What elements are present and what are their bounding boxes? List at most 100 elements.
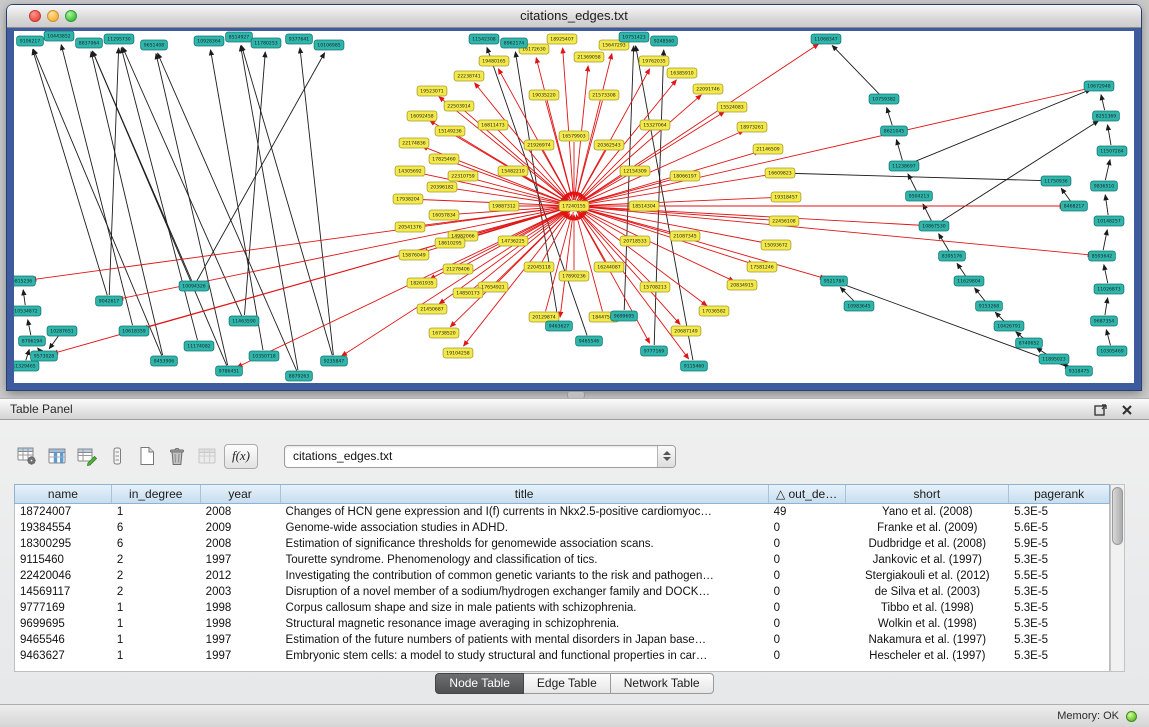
network-node[interactable]: 20687149	[671, 326, 701, 336]
network-node[interactable]: 16609823	[765, 168, 795, 178]
network-node[interactable]: 19480165	[479, 56, 509, 66]
network-node[interactable]: 16811473	[478, 120, 508, 130]
network-node[interactable]: 18925407	[547, 34, 577, 44]
network-node[interactable]: 9786451	[216, 366, 243, 376]
table-row[interactable]: 1872400712008Changes of HCN gene express…	[15, 504, 1109, 520]
network-node[interactable]: 10928364	[194, 36, 224, 46]
network-node[interactable]: 10534872	[14, 306, 41, 316]
network-window-titlebar[interactable]: citations_edges.txt	[7, 5, 1141, 28]
network-node[interactable]: 10751423	[619, 32, 649, 42]
network-node[interactable]: 15149236	[435, 126, 465, 136]
close-window-button[interactable]	[29, 10, 41, 22]
network-node[interactable]: 8962174	[501, 38, 528, 48]
network-node[interactable]: 11463590	[229, 316, 259, 326]
network-node[interactable]: 22174836	[399, 138, 429, 148]
network-node[interactable]: 8468217	[1061, 201, 1088, 211]
network-node[interactable]: 8514927	[226, 32, 253, 42]
network-node[interactable]: 16579903	[559, 131, 589, 141]
table-row[interactable]: 1938455462009Genome-wide association stu…	[15, 520, 1109, 536]
network-node[interactable]: 21278406	[443, 264, 473, 274]
network-node[interactable]: 15327064	[640, 120, 670, 130]
network-node[interactable]: 9815236	[14, 276, 35, 286]
scrollbar-thumb[interactable]	[1112, 487, 1123, 545]
network-node[interactable]: 14850173	[453, 288, 483, 298]
network-node[interactable]: 11629804	[954, 276, 984, 286]
network-node[interactable]: 11026873	[1094, 284, 1124, 294]
network-node[interactable]: 11068347	[811, 34, 841, 44]
network-node[interactable]: 9687354	[1091, 316, 1118, 326]
network-node[interactable]: 8879263	[286, 371, 313, 381]
network-node[interactable]: 16057834	[429, 210, 459, 220]
network-node[interactable]: 9106217	[17, 36, 44, 46]
network-node[interactable]: 10106985	[314, 40, 344, 50]
table-chooser-combo[interactable]: citations_edges.txt	[284, 445, 676, 468]
network-node[interactable]: 19523071	[417, 86, 447, 96]
network-node[interactable]: 18514304	[629, 201, 659, 211]
network-node[interactable]: 8837064	[76, 38, 103, 48]
network-node[interactable]: 18610295	[435, 238, 465, 248]
network-node[interactable]: 18261935	[407, 278, 437, 288]
network-node[interactable]: 14736225	[498, 236, 528, 246]
network-node[interactable]: 21450687	[417, 304, 447, 314]
network-node[interactable]: 20541376	[395, 222, 425, 232]
network-node[interactable]: 17581246	[747, 262, 777, 272]
network-canvas[interactable]: 1724015518514304121543092036254316579903…	[14, 31, 1134, 383]
network-node[interactable]: 20362543	[594, 140, 624, 150]
network-node[interactable]: 22310759	[448, 171, 478, 181]
network-node[interactable]: 21369058	[574, 52, 604, 62]
network-node[interactable]: 9777169	[641, 346, 668, 356]
network-node[interactable]: 10867530	[919, 221, 949, 231]
tab-network-table[interactable]: Network Table	[611, 673, 714, 694]
network-node[interactable]: 21926974	[524, 140, 554, 150]
table-row[interactable]: 1830029562008Estimation of significance …	[15, 536, 1109, 552]
table-settings-button[interactable]	[14, 443, 40, 469]
network-node[interactable]: 10305469	[1097, 346, 1127, 356]
table-scrollbar[interactable]	[1110, 484, 1125, 672]
network-node[interactable]: 8621045	[881, 126, 908, 136]
network-node[interactable]: 9042617	[96, 296, 123, 306]
network-node[interactable]: 10759382	[869, 94, 899, 104]
network-node[interactable]: 16092458	[407, 111, 437, 121]
network-node[interactable]: 11174082	[184, 341, 214, 351]
network-node[interactable]: 11780253	[251, 38, 281, 48]
table-row[interactable]: 911546021997Tourette syndrome. Phenomeno…	[15, 552, 1109, 568]
table-columns-button[interactable]	[44, 443, 70, 469]
network-node[interactable]: 16738520	[429, 328, 459, 338]
column-header-name[interactable]: name	[15, 485, 112, 503]
network-node[interactable]: 8453906	[151, 356, 178, 366]
network-node[interactable]: 22503914	[444, 101, 474, 111]
table-row[interactable]: 977716911998Corpus callosum shape and si…	[15, 600, 1109, 616]
network-node[interactable]: 20396182	[427, 182, 457, 192]
column-header-in_degree[interactable]: in_degree	[112, 485, 201, 503]
network-node[interactable]: 15708213	[640, 282, 670, 292]
import-table-button[interactable]	[194, 443, 220, 469]
network-node[interactable]: 10618359	[119, 326, 149, 336]
network-node[interactable]: 17938204	[393, 194, 423, 204]
network-node[interactable]: 10983645	[844, 301, 874, 311]
tab-node-table[interactable]: Node Table	[435, 673, 524, 694]
network-node[interactable]: 10672948	[1084, 81, 1114, 91]
network-node[interactable]: 9235847	[321, 356, 348, 366]
close-panel-icon[interactable]	[1119, 402, 1135, 418]
column-header-short[interactable]: short	[846, 485, 1010, 503]
network-hub-node[interactable]: 17240155	[559, 201, 589, 211]
network-graph[interactable]: 1724015518514304121543092036254316579903…	[14, 31, 1134, 383]
table-edit-button[interactable]	[74, 443, 100, 469]
network-node[interactable]: 10443852	[44, 31, 74, 41]
network-node[interactable]: 11238697	[889, 161, 919, 171]
table-row[interactable]: 969969511998Structural magnetic resonanc…	[15, 616, 1109, 632]
column-header-title[interactable]: title	[281, 485, 769, 503]
network-node[interactable]: 11750936	[1041, 176, 1071, 186]
network-node[interactable]: 10148257	[1094, 216, 1124, 226]
network-node[interactable]: 9836510	[1091, 181, 1118, 191]
table-row[interactable]: 2242004622012Investigating the contribut…	[15, 568, 1109, 584]
network-node[interactable]: 17890236	[559, 271, 589, 281]
network-node[interactable]: 19318457	[771, 192, 801, 202]
network-node[interactable]: 9153268	[976, 301, 1003, 311]
network-node[interactable]: 18066197	[670, 171, 700, 181]
network-node[interactable]: 9318475	[1066, 366, 1093, 376]
table-row[interactable]: 946554611997Estimation of the future num…	[15, 632, 1109, 648]
network-node[interactable]: 8740652	[1016, 338, 1043, 348]
network-node[interactable]: 19035220	[529, 90, 559, 100]
network-node[interactable]: 22456108	[769, 216, 799, 226]
